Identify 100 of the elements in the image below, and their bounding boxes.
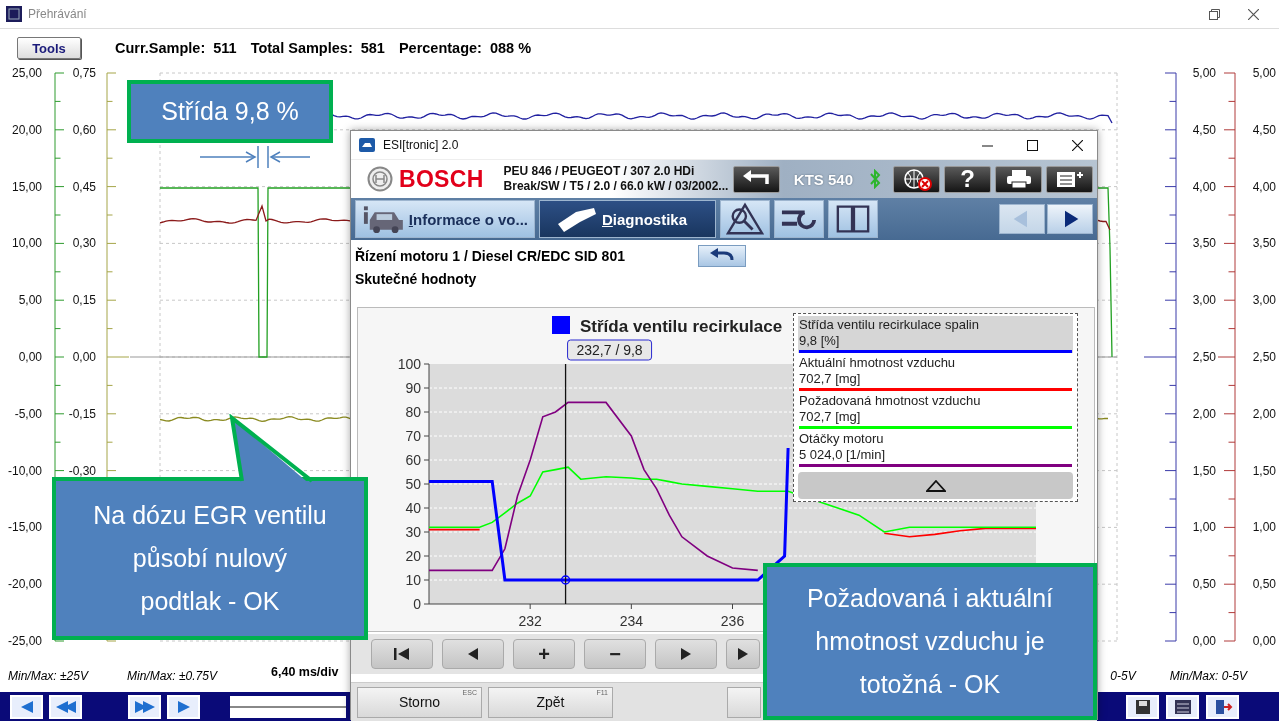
close-icon[interactable]: [1248, 8, 1259, 20]
axis-tick-label: 0,50: [1192, 577, 1216, 592]
chart-button[interactable]: [371, 639, 433, 669]
brand-emblem-icon: [367, 166, 393, 192]
axis-tick-label: 4,50: [1192, 122, 1216, 137]
axis-tick-label: 0: [413, 596, 421, 612]
back-button[interactable]: [732, 165, 780, 193]
axis-tick-label: 90: [405, 380, 421, 396]
axis-tick-label: -25,00: [7, 634, 42, 648]
timeline-track[interactable]: [230, 695, 346, 718]
series-name: Aktuální hmotnost vzduchu: [799, 355, 957, 371]
vehicle-info: Break/SW / T5 / 2.0 / 66.0 kW / 03/2002...: [503, 179, 729, 194]
axis-tick-label: 15,00: [11, 179, 42, 194]
axis-tick-label: 2,50: [1252, 350, 1276, 364]
skip-start-icon: [393, 647, 411, 661]
series-name: Střída ventilu recirkulace spalin: [799, 317, 980, 333]
print-button[interactable]: [995, 165, 1042, 193]
range-label: Min/Max: 0-5V: [1169, 669, 1247, 683]
left-arrow-icon: [466, 647, 480, 661]
chart-button[interactable]: [655, 639, 717, 669]
series-name: Požadovaná hmotnost vzduchu: [799, 393, 982, 409]
fast-forward-icon: [133, 698, 156, 715]
next-button[interactable]: [1047, 204, 1093, 234]
axis-tick-label: 234: [619, 613, 643, 629]
axis-tick-label: 50: [405, 476, 421, 492]
axis-tick-label: 3,00: [1192, 293, 1216, 308]
tab[interactable]: [720, 200, 770, 238]
close-icon[interactable]: [1072, 139, 1083, 151]
chart-title: Střída ventilu recirkulace: [580, 317, 783, 336]
tab[interactable]: Informace o vo...: [355, 200, 535, 238]
axis-tick-label: 5,00: [18, 293, 42, 308]
axis-tick-label: 2,00: [1252, 406, 1276, 421]
status-value: 581: [360, 40, 385, 56]
legend-item[interactable]: Aktuální hmotnost vzduchu 702,7 [mg]: [798, 354, 1073, 391]
status-label: Total Samples:: [250, 40, 353, 56]
legend-item[interactable]: Otáčky motoru 5 024,0 [1/min]: [798, 430, 1073, 467]
tools-button[interactable]: Tools: [17, 37, 81, 59]
device-label: KTS 540: [793, 170, 853, 188]
chart-button[interactable]: [442, 639, 504, 669]
legend-item[interactable]: Střída ventilu recirkulace spalin 9,8 [%]: [798, 316, 1073, 353]
app-icon: [6, 6, 22, 22]
chart-button[interactable]: [726, 639, 760, 669]
tab[interactable]: [774, 200, 824, 238]
cursor-label: 232,7 / 9,8: [567, 339, 653, 361]
chart-button[interactable]: +: [513, 639, 575, 669]
restore-icon[interactable]: [1209, 8, 1220, 20]
series-name: Otáčky motoru: [799, 431, 885, 447]
car-info-icon: [362, 204, 405, 234]
axis-tick-label: 3,00: [1252, 293, 1276, 308]
right-arrow-icon: [736, 647, 750, 661]
chart-button[interactable]: −: [584, 639, 646, 669]
axis-tick-label: -5,00: [14, 406, 42, 421]
axis-tick-label: 0,50: [1252, 577, 1276, 592]
save-button[interactable]: [1126, 694, 1159, 719]
export-button[interactable]: [1046, 165, 1093, 193]
axis-tick-label: 5,00: [1192, 66, 1216, 80]
exit-button[interactable]: [1206, 694, 1239, 719]
rewind-icon: [54, 698, 77, 715]
maximize-icon[interactable]: [1027, 139, 1038, 151]
axis-tick-label: 80: [405, 404, 421, 420]
series-value: 5 024,0 [1/min]: [799, 447, 886, 463]
timebase-label: 6,40 ms/div: [271, 664, 339, 679]
series-value: 9,8 [%]: [799, 333, 841, 349]
tab[interactable]: [828, 200, 878, 238]
axis-tick-label: 4,00: [1252, 179, 1276, 194]
tab[interactable]: Diagnostika: [539, 200, 716, 238]
help-button[interactable]: ?: [944, 165, 991, 193]
axis-tick-label: 1,00: [1252, 520, 1276, 535]
axis-tick-label: 20: [405, 548, 421, 564]
list-export-icon: [1054, 169, 1085, 189]
axis-tick-label: 4,50: [1252, 122, 1276, 137]
legend-item[interactable]: Požadovaná hmotnost vzduchu 702,7 [mg]: [798, 392, 1073, 429]
vehicle-info: PEU 846 / PEUGEOT / 307 2.0 HDi: [503, 164, 696, 179]
axis-tick-label: 1,50: [1252, 463, 1276, 478]
section-title: Skutečné hodnoty: [354, 270, 478, 289]
axis-tick-label: 3,50: [1252, 236, 1276, 251]
status-value: 088 %: [489, 40, 532, 56]
brand-logo: BOSCH: [399, 165, 484, 193]
axis-tick-label: 2,00: [1192, 406, 1216, 421]
axis-tick-label: 0,00: [1192, 634, 1216, 648]
callout-box: Střída 9,8 %: [127, 80, 333, 143]
axis-tick-label: 40: [405, 500, 421, 516]
fast-forward-button[interactable]: [128, 694, 161, 719]
axis-tick-label: 1,00: [1192, 520, 1216, 535]
axis-tick-label: 5,00: [1252, 66, 1276, 80]
axis-tick-label: 100: [397, 356, 421, 372]
list-button[interactable]: [1166, 694, 1199, 719]
rewind-button[interactable]: [49, 694, 82, 719]
axis-tick-label: 25,00: [11, 66, 42, 80]
back-button[interactable]: [698, 245, 746, 267]
window-title: Přehrávání: [28, 7, 87, 21]
axis-tick-label: 232: [518, 613, 542, 629]
axis-tick-label: 3,50: [1192, 236, 1216, 251]
bluetooth-icon: [869, 169, 881, 189]
status-value: 511: [213, 40, 237, 56]
right-arrow-icon: [679, 647, 693, 661]
axis-tick-label: -0,30: [68, 463, 96, 478]
axis-tick-label: 60: [405, 452, 421, 468]
axis-tick-label: 10,00: [11, 236, 42, 251]
offline-button[interactable]: [893, 165, 940, 193]
